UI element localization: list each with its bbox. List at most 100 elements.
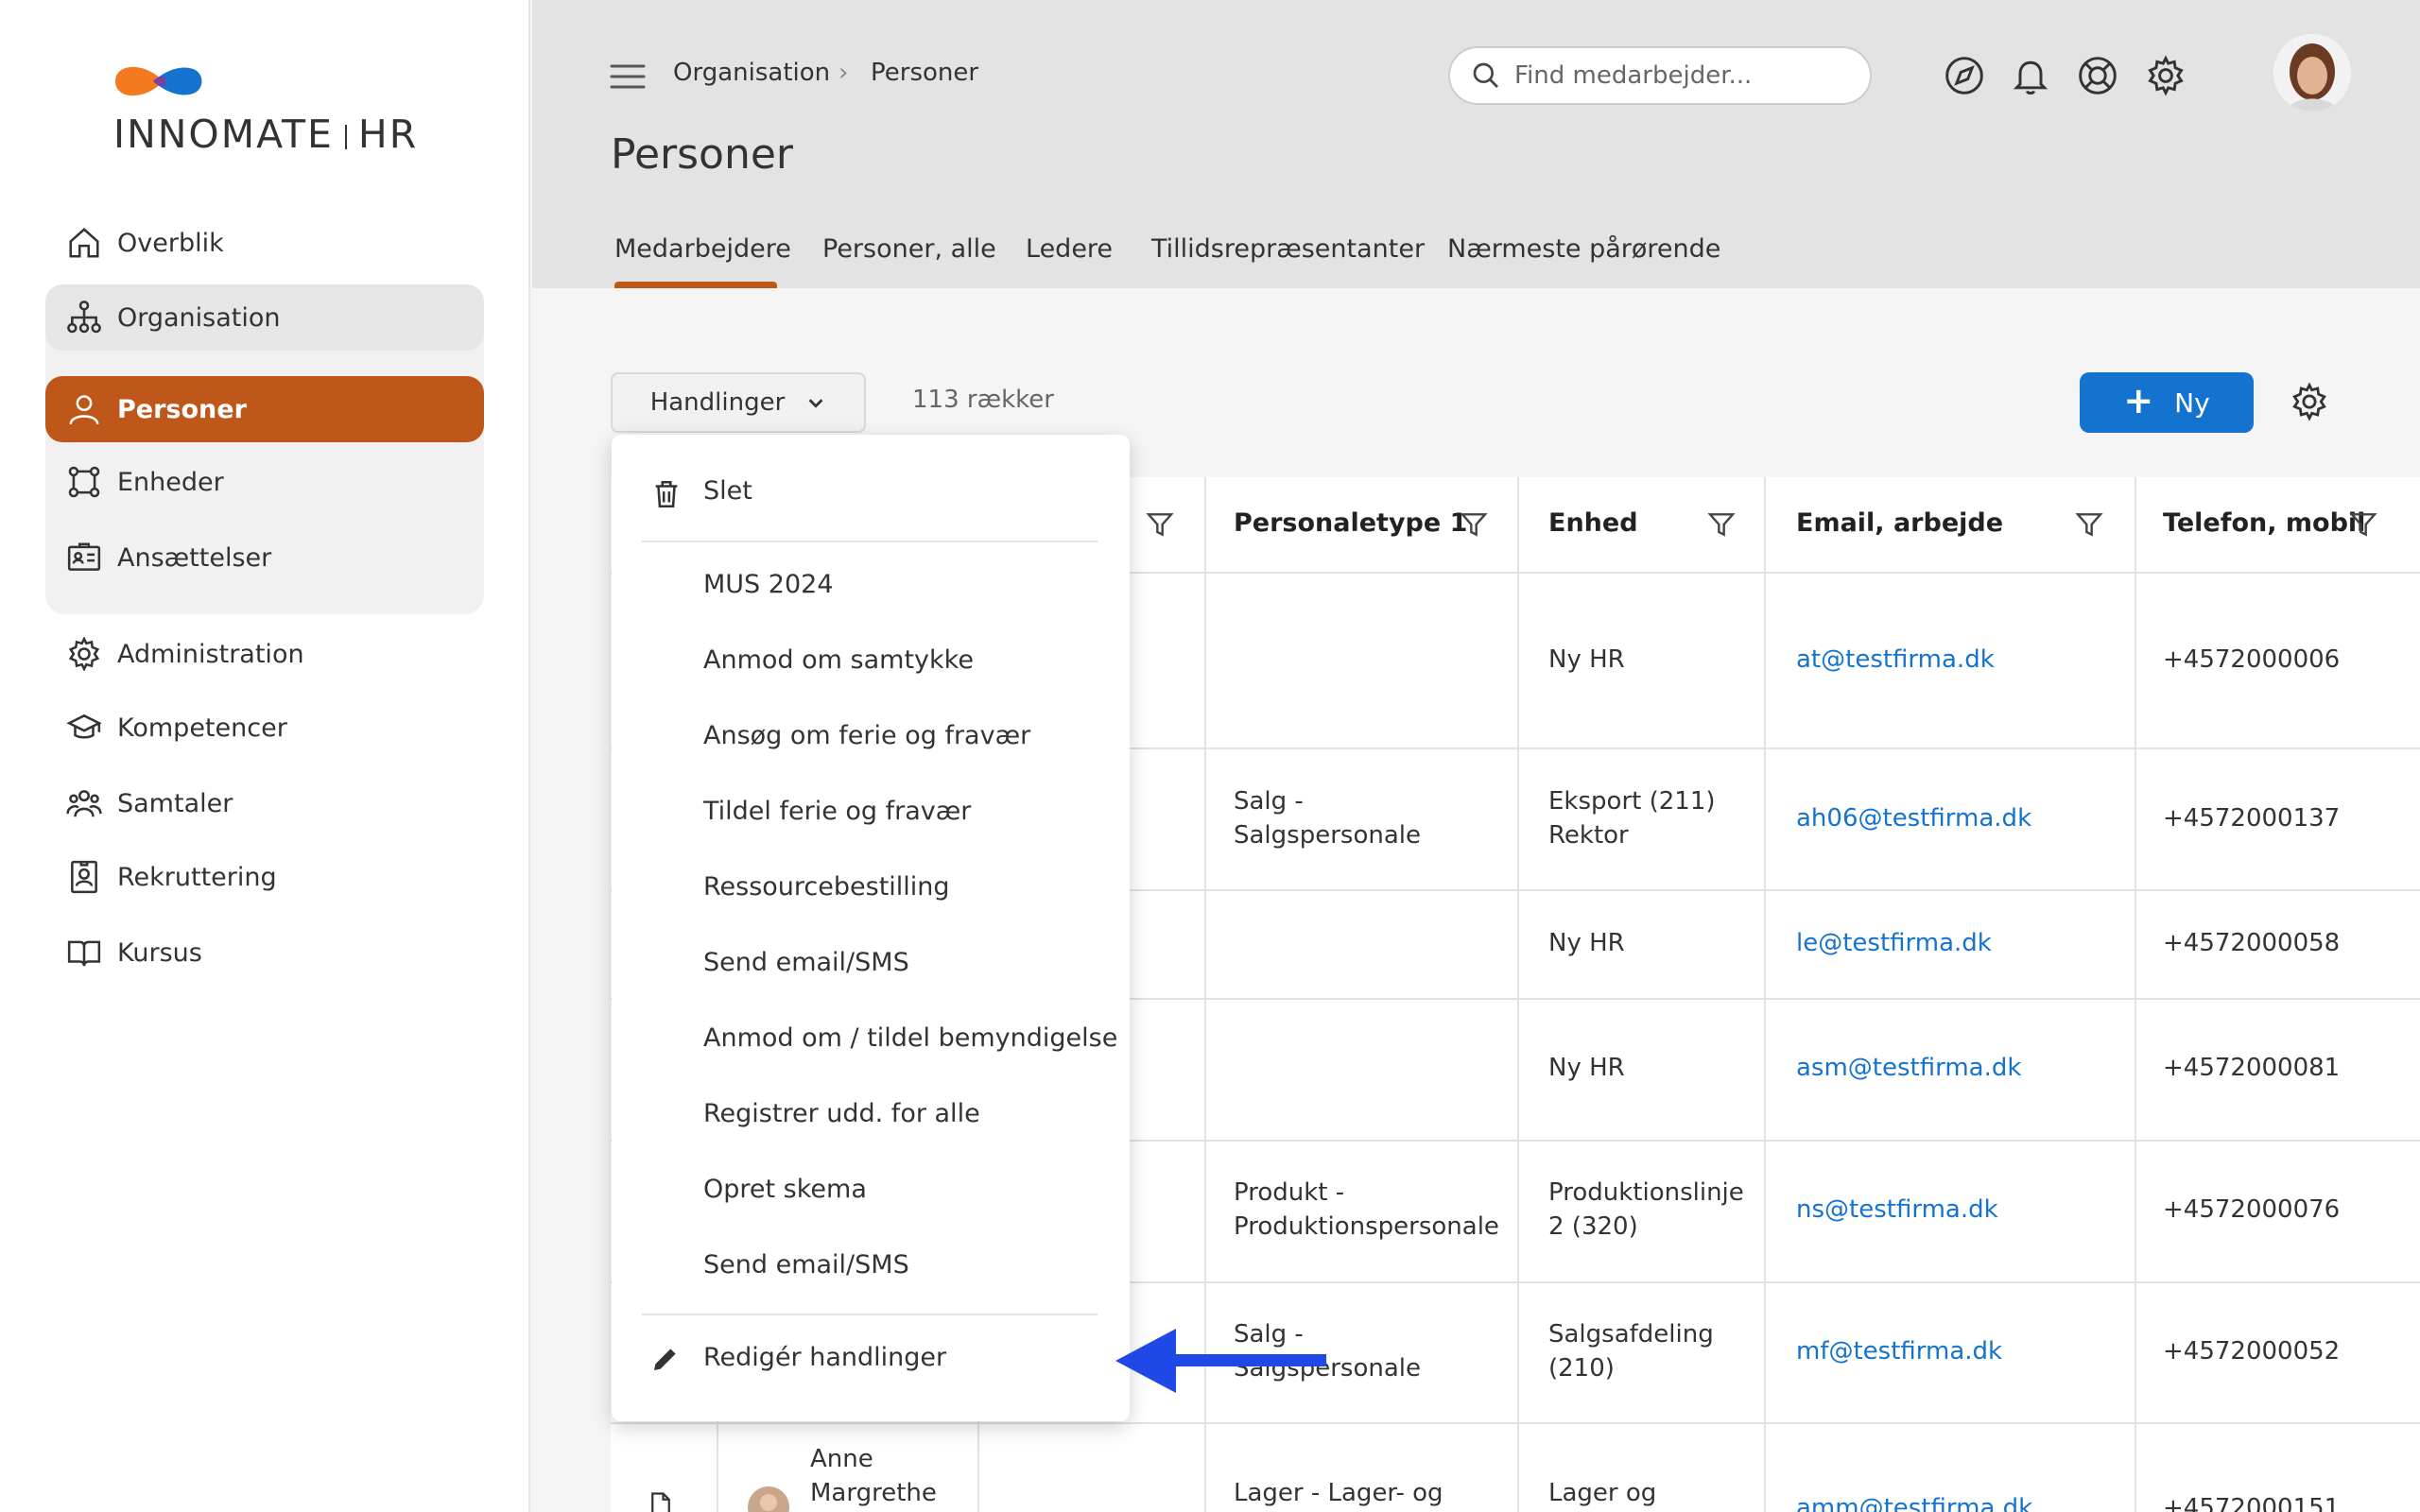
cell-unit: Ny HR: [1548, 1054, 1625, 1082]
sidebar-item-samtaler[interactable]: Samtaler: [45, 770, 484, 836]
menu-item-mus-2024[interactable]: MUS 2024: [703, 570, 834, 599]
bell-icon[interactable]: [2010, 55, 2051, 96]
graduation-cap-icon: [66, 713, 102, 739]
cell-type-line: Salg -: [1234, 787, 1304, 816]
tab-ledere[interactable]: Ledere: [1026, 234, 1113, 264]
user-avatar[interactable]: [2273, 34, 2351, 112]
cell-phone: +4572000058: [2163, 929, 2341, 957]
cell-name-line: Anne: [810, 1445, 873, 1473]
row-divider: [611, 1422, 2420, 1424]
home-icon: [69, 228, 99, 258]
column-header-telefon[interactable]: Telefon, mobil: [2163, 508, 2365, 538]
sidebar-item-label: Administration: [117, 639, 304, 669]
sidebar-item-rekruttering[interactable]: Rekruttering: [45, 844, 484, 910]
search-input[interactable]: [1514, 61, 1855, 90]
cell-type-line: Produktionspersonale: [1234, 1212, 1499, 1241]
sidebar-item-kursus[interactable]: Kursus: [45, 919, 484, 986]
sidebar-item-ansaettelser[interactable]: Ansættelser: [45, 524, 484, 591]
cell-email-link[interactable]: le@testfirma.dk: [1796, 926, 1992, 960]
sidebar-item-kompetencer[interactable]: Kompetencer: [45, 695, 484, 761]
pencil-icon: [654, 1349, 676, 1370]
cell-email-link[interactable]: ns@testfirma.dk: [1796, 1193, 1998, 1227]
tab-naermeste-paaroerende[interactable]: Nærmeste pårørende: [1447, 234, 1720, 264]
tab-tillidsrepraesentanter[interactable]: Tillidsrepræsentanter: [1151, 234, 1425, 264]
cell-email-link[interactable]: at@testfirma.dk: [1796, 643, 1995, 677]
cell-unit: Eksport (211) Rektor: [1548, 784, 1716, 852]
sidebar-item-label: Enheder: [117, 467, 224, 497]
trash-icon: [655, 480, 678, 508]
row-count: 113 rækker: [912, 386, 1054, 414]
actions-dropdown-button[interactable]: Handlinger: [611, 372, 866, 433]
menu-item-rediger-handlinger[interactable]: Redigér handlinger: [703, 1343, 946, 1372]
sidebar-item-label: Personer: [117, 394, 247, 424]
menu-item-registrer-udd[interactable]: Registrer udd. for alle: [703, 1099, 980, 1128]
cell-unit-line: Salgsafdeling: [1548, 1320, 1714, 1349]
column-divider: [1764, 477, 1766, 1512]
tab-personer-alle[interactable]: Personer, alle: [822, 234, 996, 264]
cell-email-link[interactable]: mf@testfirma.dk: [1796, 1334, 2002, 1368]
filter-icon[interactable]: [1459, 509, 1489, 540]
column-header-enhed[interactable]: Enhed: [1548, 508, 1638, 538]
menu-item-bemyndigelse[interactable]: Anmod om / tildel bemyndigelse: [703, 1023, 1117, 1053]
menu-item-slet[interactable]: Slet: [703, 476, 752, 506]
badge-icon: [71, 860, 97, 894]
id-card-icon: [67, 542, 101, 571]
sidebar-item-overblik[interactable]: Overblik: [45, 210, 484, 276]
help-lifebuoy-icon[interactable]: [2077, 55, 2118, 96]
new-button[interactable]: + Ny: [2080, 372, 2254, 433]
filter-icon[interactable]: [1706, 509, 1737, 540]
cell-phone: +4572000006: [2163, 645, 2341, 674]
menu-item-opret-skema[interactable]: Opret skema: [703, 1175, 867, 1204]
document-icon[interactable]: [647, 1491, 675, 1512]
cell-email-link[interactable]: ah06@testfirma.dk: [1796, 801, 2031, 835]
menu-item-ressourcebestilling[interactable]: Ressourcebestilling: [703, 872, 950, 902]
sidebar-item-enheder[interactable]: Enheder: [45, 449, 484, 515]
gear-icon: [68, 636, 100, 672]
sidebar-item-organisation[interactable]: Organisation: [45, 284, 484, 351]
cell-name[interactable]: Anne Margrethe: [810, 1442, 937, 1510]
sidebar-item-personer[interactable]: Personer: [45, 376, 484, 442]
person-photo-icon: [748, 1486, 789, 1512]
cell-type-line: Salgspersonale: [1234, 821, 1421, 850]
menu-item-ansoeg-ferie[interactable]: Ansøg om ferie og fravær: [703, 721, 1030, 750]
filter-icon[interactable]: [1145, 509, 1175, 540]
menu-separator: [642, 541, 1098, 542]
sidebar-item-label: Rekruttering: [117, 862, 277, 892]
cell-unit: Salgsafdeling (210): [1548, 1317, 1714, 1385]
breadcrumb-organisation[interactable]: Organisation: [673, 59, 830, 87]
column-divider: [2135, 477, 2136, 1512]
menu-item-tildel-ferie[interactable]: Tildel ferie og fravær: [703, 797, 971, 826]
menu-item-send-email-sms[interactable]: Send email/SMS: [703, 948, 909, 977]
cell-unit-line: Produktionslinje: [1548, 1178, 1744, 1207]
avatar-portrait-icon: [2273, 34, 2351, 112]
org-chart-icon: [67, 301, 101, 334]
sidebar-item-label: Kursus: [117, 937, 202, 968]
menu-separator: [642, 1314, 1098, 1315]
cell-type-line: Produkt -: [1234, 1178, 1345, 1207]
sidebar-item-administration[interactable]: Administration: [45, 621, 484, 687]
filter-icon[interactable]: [2074, 509, 2104, 540]
column-header-personaletype[interactable]: Personaletype 1: [1234, 508, 1467, 538]
actions-label: Handlinger: [649, 388, 786, 417]
menu-item-anmod-samtykke[interactable]: Anmod om samtykke: [703, 645, 974, 675]
sidebar: INNOMATE HR Overblik Organisation Persone…: [0, 0, 530, 1512]
column-divider: [1517, 477, 1519, 1512]
filter-icon[interactable]: [2348, 509, 2378, 540]
cell-type: Lager - Lager- og: [1234, 1479, 1443, 1507]
table-settings-gear-icon[interactable]: [2290, 382, 2329, 421]
new-label: Ny: [2174, 387, 2210, 419]
hamburger-menu-icon[interactable]: [610, 62, 646, 91]
sidebar-item-label: Overblik: [117, 228, 224, 258]
navigation-icon[interactable]: [1944, 55, 1985, 96]
cell-unit: Ny HR: [1548, 645, 1625, 674]
cell-email-link[interactable]: asm@testfirma.dk: [1796, 1051, 2021, 1085]
column-header-email[interactable]: Email, arbejde: [1796, 508, 2003, 538]
cell-unit-line: Rektor: [1548, 821, 1629, 850]
tab-medarbejdere[interactable]: Medarbejdere: [614, 234, 791, 264]
cell-phone: +4572000076: [2163, 1195, 2341, 1224]
cell-email-link[interactable]: amm@testfirma.dk: [1796, 1491, 2032, 1512]
sidebar-item-label: Ansættelser: [117, 542, 272, 573]
settings-gear-icon[interactable]: [2145, 55, 2187, 96]
menu-item-send-email-sms-2[interactable]: Send email/SMS: [703, 1250, 909, 1280]
search-box[interactable]: [1448, 46, 1872, 105]
